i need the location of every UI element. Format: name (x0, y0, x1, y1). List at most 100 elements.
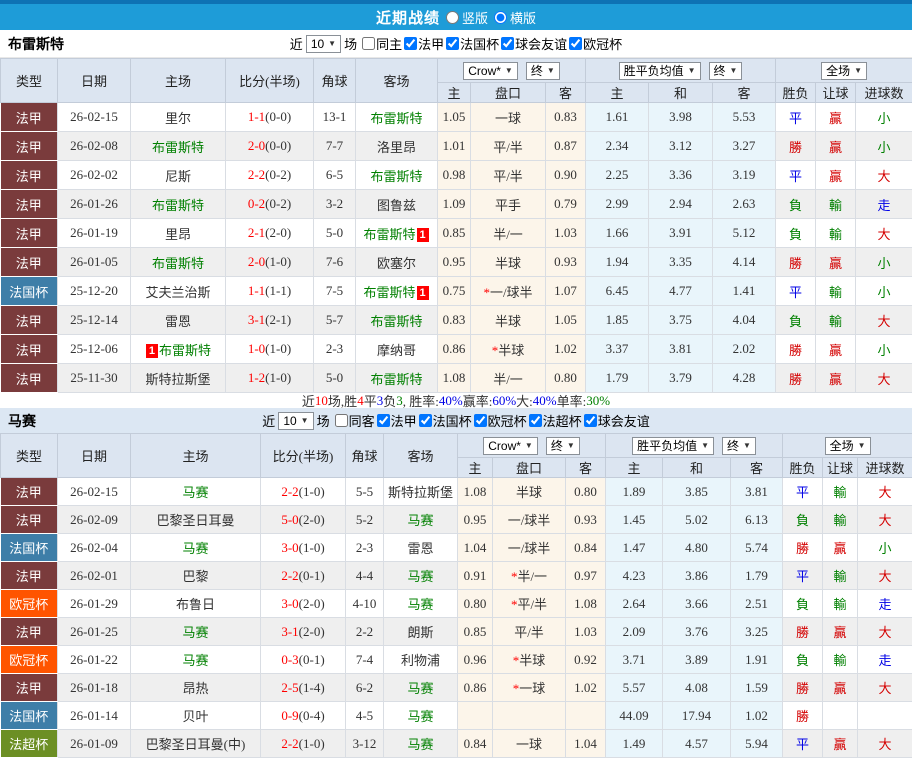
match-row: 法甲26-01-25马赛3-1(2-0)2-2朗斯0.85平/半1.032.09… (1, 618, 912, 646)
team-text: 布雷斯特 (370, 372, 422, 387)
team-text: 布雷斯特 (370, 169, 422, 184)
filter-checkbox-欧冠杯[interactable]: 欧冠杯 (567, 34, 622, 53)
scope-select[interactable]: 全场▼ (821, 62, 867, 80)
team-text: 马赛 (407, 681, 433, 696)
cell-league: 法超杯 (1, 730, 58, 758)
result-group-header: 全场▼ (776, 59, 912, 83)
radio-horizontal-input[interactable] (494, 11, 507, 24)
cell-avg-home: 1.45 (606, 506, 663, 534)
cell-home-team: 艾夫兰治斯 (131, 277, 226, 306)
checkbox-input[interactable] (362, 37, 375, 50)
filter-checkbox-法国杯[interactable]: 法国杯 (444, 34, 499, 53)
radio-vertical[interactable]: 竖版 (446, 8, 488, 27)
cell-odds-home: 0.91 (458, 562, 493, 590)
filter-checkbox-同主[interactable]: 同主 (360, 34, 402, 53)
cell-avg-draw: 4.08 (663, 674, 731, 702)
cell-result-wdl: 負 (783, 506, 823, 534)
team-text: 利物浦 (401, 653, 440, 668)
cell-result-wdl: 平 (776, 277, 816, 306)
avg-odds-select[interactable]: 胜平负均值▼ (619, 62, 701, 80)
checkbox-input[interactable] (584, 414, 597, 427)
cell-avg-draw: 3.98 (649, 103, 713, 132)
checkbox-input[interactable] (569, 37, 582, 50)
filter-checkbox-球会友谊[interactable]: 球会友谊 (582, 411, 650, 430)
filter-checkbox-球会友谊[interactable]: 球会友谊 (499, 34, 567, 53)
cell-result-goals: 小 (856, 103, 912, 132)
team-text: 马赛 (407, 709, 433, 724)
page-title: 近期战绩 (376, 7, 440, 28)
cell-league: 法甲 (1, 103, 58, 132)
bookmaker-select[interactable]: Crow*▼ (463, 62, 518, 80)
cell-corners: 4-10 (346, 590, 384, 618)
filter-checkbox-法超杯[interactable]: 法超杯 (527, 411, 582, 430)
checkbox-input[interactable] (501, 37, 514, 50)
final-avg-select[interactable]: 终▼ (709, 62, 743, 80)
cell-avg-home: 5.57 (606, 674, 663, 702)
cell-score: 3-1(2-0) (261, 618, 346, 646)
team-text: 洛里昂 (377, 140, 416, 155)
match-count-select[interactable]: 10▼ (306, 35, 341, 53)
cell-avg-draw: 3.85 (663, 478, 731, 506)
avg-odds-select[interactable]: 胜平负均值▼ (632, 437, 714, 455)
cell-avg-away: 1.59 (731, 674, 783, 702)
radio-horizontal[interactable]: 横版 (494, 8, 536, 27)
cell-league: 法甲 (1, 248, 58, 277)
sub-header-avg-away: 客 (713, 83, 776, 103)
cell-avg-home: 2.09 (606, 618, 663, 646)
asterisk-marker: * (511, 569, 518, 584)
checkbox-input[interactable] (446, 37, 459, 50)
match-row: 法甲26-02-02尼斯2-2(0-2)6-5布雷斯特0.98平/半0.902.… (1, 161, 912, 190)
filter-checkbox-法甲[interactable]: 法甲 (375, 411, 417, 430)
cell-score: 2-2(1-0) (261, 730, 346, 758)
filter-checkbox-法甲[interactable]: 法甲 (402, 34, 444, 53)
checkbox-input[interactable] (474, 414, 487, 427)
checkbox-input[interactable] (419, 414, 432, 427)
cell-corners: 2-2 (346, 618, 384, 646)
cell-date: 26-01-29 (58, 590, 131, 618)
checkbox-input[interactable] (529, 414, 542, 427)
cell-odds-home: 0.95 (438, 248, 471, 277)
filter-checkbox-法国杯[interactable]: 法国杯 (417, 411, 472, 430)
checkbox-input[interactable] (377, 414, 390, 427)
final-avg-select[interactable]: 终▼ (722, 437, 756, 455)
checkbox-input[interactable] (404, 37, 417, 50)
handicap-group-header: Crow*▼ 终▼ (438, 59, 586, 83)
final-odds-select[interactable]: 终▼ (546, 437, 580, 455)
bookmaker-select[interactable]: Crow*▼ (483, 437, 538, 455)
col-header-corner: 角球 (346, 434, 384, 478)
cell-avg-draw: 3.79 (649, 364, 713, 393)
cell-avg-draw: 4.80 (663, 534, 731, 562)
cell-result-goals: 小 (856, 277, 912, 306)
checkbox-input[interactable] (335, 414, 348, 427)
sub-header-avg-home: 主 (586, 83, 649, 103)
league-filter-checkboxes: 同客法甲法国杯欧冠杯法超杯球会友谊 (333, 411, 650, 431)
cell-result-handicap: 贏 (816, 248, 856, 277)
cell-score: 1-1(1-1) (226, 277, 314, 306)
cell-away-team: 布雷斯特1 (356, 277, 438, 306)
match-row: 法国杯26-02-04马赛3-0(1-0)2-3雷恩1.04一/球半0.841.… (1, 534, 912, 562)
chevron-down-icon: ▼ (701, 439, 709, 453)
cell-avg-home: 1.85 (586, 306, 649, 335)
filter-checkbox-欧冠杯[interactable]: 欧冠杯 (472, 411, 527, 430)
cell-date: 26-01-22 (58, 646, 131, 674)
cell-avg-away: 1.91 (731, 646, 783, 674)
final-odds-select[interactable]: 终▼ (526, 62, 560, 80)
team-text: 布雷斯特 (363, 285, 415, 300)
radio-vertical-input[interactable] (446, 11, 459, 24)
cell-away-team: 斯特拉斯堡 (384, 478, 458, 506)
cell-away-team: 朗斯 (384, 618, 458, 646)
cell-result-goals: 小 (858, 534, 912, 562)
cell-result-goals: 走 (858, 646, 912, 674)
sub-header-wdl: 胜负 (776, 83, 816, 103)
team-text: 巴黎圣日耳曼(中) (146, 737, 246, 752)
cell-result-goals: 大 (856, 364, 912, 393)
radio-vertical-label: 竖版 (462, 8, 488, 27)
cell-odds-away: 0.84 (566, 534, 606, 562)
scope-select[interactable]: 全场▼ (825, 437, 871, 455)
cell-result-wdl: 勝 (783, 534, 823, 562)
team-text: 雷恩 (407, 541, 433, 556)
cell-odds-away: 0.92 (566, 646, 606, 674)
team-name: 布雷斯特 (8, 34, 64, 54)
match-count-select[interactable]: 10▼ (278, 412, 313, 430)
filter-checkbox-同客[interactable]: 同客 (333, 411, 375, 430)
